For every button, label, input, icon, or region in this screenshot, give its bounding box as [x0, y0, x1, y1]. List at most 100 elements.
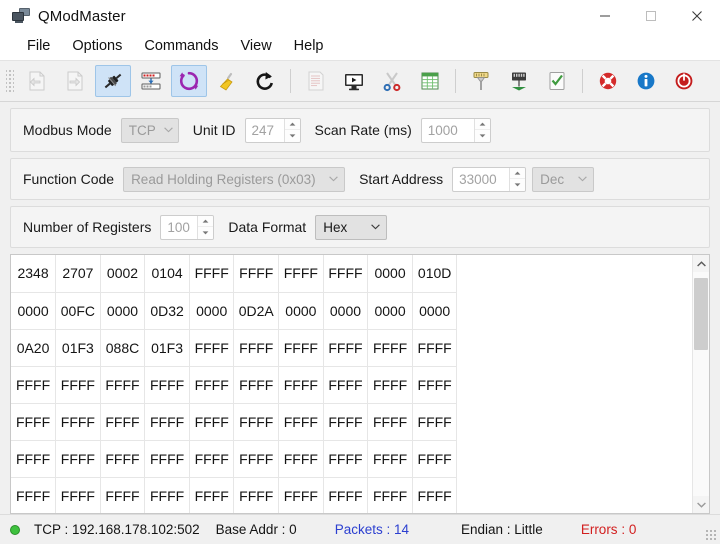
register-cell[interactable]: FFFF [412, 440, 458, 478]
register-cell[interactable]: FFFF [100, 440, 146, 478]
register-cell[interactable]: FFFF [144, 366, 190, 404]
register-cell[interactable]: FFFF [278, 366, 324, 404]
register-cell[interactable]: FFFF [233, 329, 280, 367]
register-cell[interactable]: FFFF [323, 403, 369, 441]
register-cell[interactable]: 01F3 [144, 329, 190, 367]
scan-rate-increment-icon[interactable] [474, 118, 490, 130]
register-cell[interactable]: FFFF [144, 403, 190, 441]
register-cell[interactable]: 0000 [100, 292, 146, 330]
register-cell[interactable]: FFFF [233, 403, 280, 441]
bus-monitor-button[interactable] [336, 65, 372, 97]
register-cell[interactable]: FFFF [55, 477, 101, 513]
serial-port-button[interactable] [463, 65, 499, 97]
register-cell[interactable]: FFFF [55, 403, 101, 441]
menu-view[interactable]: View [230, 35, 283, 57]
scroll-up-icon[interactable] [693, 255, 709, 272]
data-format-select[interactable]: Hex [315, 214, 388, 240]
clear-button[interactable] [209, 65, 245, 97]
register-cell[interactable]: FFFF [11, 477, 57, 513]
start-address-decrement-icon[interactable] [510, 179, 526, 191]
vertical-scrollbar[interactable] [692, 255, 709, 513]
scrollbar-thumb[interactable] [694, 278, 708, 350]
check-list-button[interactable] [539, 65, 575, 97]
register-cell[interactable]: 0104 [144, 255, 190, 293]
register-cell[interactable]: FFFF [189, 440, 235, 478]
register-cell[interactable]: FFFF [278, 329, 324, 367]
register-cell[interactable]: FFFF [367, 366, 413, 404]
about-button[interactable] [628, 65, 664, 97]
register-grid-viewport[interactable]: 2348 2707 0002 0104 FFFF FFFF FFFF FFFF 0000 010D… [11, 255, 692, 513]
register-cell[interactable]: FFFF [412, 403, 458, 441]
register-cell[interactable]: 0000 [367, 292, 413, 330]
register-cell[interactable]: FFFF [55, 440, 101, 478]
maximize-button[interactable] [628, 0, 674, 32]
resize-grip[interactable] [705, 529, 717, 541]
register-cell[interactable]: FFFF [412, 477, 458, 513]
read-write-once-button[interactable] [247, 65, 283, 97]
register-cell[interactable]: FFFF [189, 477, 235, 513]
register-cell[interactable]: FFFF [100, 366, 146, 404]
number-of-registers-stepper[interactable]: 100 [160, 214, 215, 240]
register-cell[interactable]: FFFF [323, 255, 369, 293]
start-address-stepper[interactable]: 33000 [452, 166, 527, 192]
register-cell[interactable]: 2707 [55, 255, 101, 293]
register-cell[interactable]: FFFF [144, 477, 190, 513]
register-cell[interactable]: 0000 [189, 292, 235, 330]
menu-options[interactable]: Options [61, 35, 133, 57]
settings-button[interactable] [133, 65, 169, 97]
register-cell[interactable]: 010D [412, 255, 458, 293]
register-cell[interactable]: 0000 [278, 292, 324, 330]
register-cell[interactable]: FFFF [323, 440, 369, 478]
number-of-registers-spin-buttons[interactable] [197, 215, 214, 239]
register-cell[interactable]: FFFF [11, 366, 57, 404]
cut-button[interactable] [374, 65, 410, 97]
register-cell[interactable]: FFFF [189, 255, 235, 293]
scrollbar-track[interactable] [693, 272, 709, 496]
register-cell[interactable]: FFFF [367, 477, 413, 513]
toolbar-drag-handle[interactable] [6, 68, 14, 94]
register-cell[interactable]: FFFF [55, 366, 101, 404]
register-cell[interactable]: FFFF [233, 477, 280, 513]
unit-id-stepper[interactable]: 247 [244, 117, 301, 143]
scan-rate-stepper[interactable]: 1000 [420, 117, 491, 143]
modbus-mode-select[interactable]: TCP [120, 117, 179, 143]
register-cell[interactable]: FFFF [144, 440, 190, 478]
start-address-spin-buttons[interactable] [509, 167, 526, 191]
register-cell[interactable]: FFFF [323, 477, 369, 513]
register-cell[interactable]: FFFF [233, 366, 280, 404]
start-address-increment-icon[interactable] [510, 167, 526, 179]
register-cell[interactable]: FFFF [278, 403, 324, 441]
register-cell[interactable]: FFFF [323, 329, 369, 367]
register-cell[interactable]: 088C [100, 329, 146, 367]
minimize-button[interactable] [582, 0, 628, 32]
register-cell[interactable]: 0000 [367, 255, 413, 293]
register-cell[interactable]: 0D2A [233, 292, 280, 330]
register-cell[interactable]: FFFF [189, 329, 235, 367]
register-cell[interactable]: FFFF [323, 366, 369, 404]
register-cell[interactable]: FFFF [367, 440, 413, 478]
menu-file[interactable]: File [16, 35, 61, 57]
network-port-button[interactable] [501, 65, 537, 97]
register-cell[interactable]: 0000 [323, 292, 369, 330]
quit-button[interactable] [666, 65, 702, 97]
register-cell[interactable]: 0D32 [144, 292, 190, 330]
address-base-select[interactable]: Dec [532, 166, 595, 192]
register-cell[interactable]: FFFF [278, 477, 324, 513]
register-cell[interactable]: 01F3 [55, 329, 101, 367]
save-file-button[interactable] [57, 65, 93, 97]
register-cell[interactable]: 00FC [55, 292, 101, 330]
table-view-button[interactable] [412, 65, 448, 97]
register-cell[interactable]: FFFF [367, 403, 413, 441]
register-cell[interactable]: FFFF [100, 403, 146, 441]
register-cell[interactable]: FFFF [233, 440, 280, 478]
register-cell[interactable]: FFFF [278, 255, 324, 293]
unit-id-increment-icon[interactable] [284, 118, 300, 130]
register-cell[interactable]: 2348 [11, 255, 57, 293]
register-cell[interactable]: 0000 [412, 292, 458, 330]
register-cell[interactable]: 0000 [11, 292, 57, 330]
scan-rate-decrement-icon[interactable] [474, 130, 490, 142]
register-cell[interactable]: FFFF [11, 440, 57, 478]
log-button[interactable] [298, 65, 334, 97]
close-button[interactable] [674, 0, 720, 32]
scroll-down-icon[interactable] [693, 496, 709, 513]
